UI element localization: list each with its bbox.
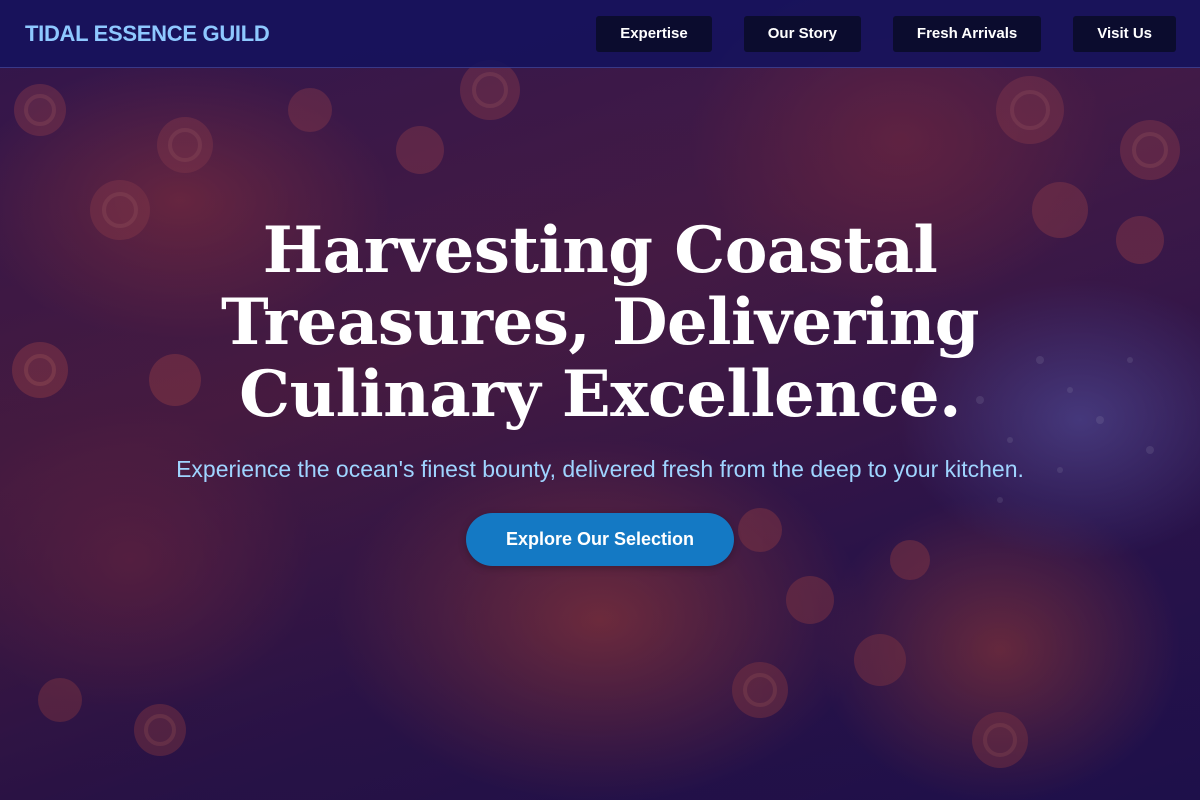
- nav-link-fresh-arrivals[interactable]: Fresh Arrivals: [892, 15, 1042, 52]
- explore-selection-button[interactable]: Explore Our Selection: [466, 513, 734, 566]
- nav-link-visit-us[interactable]: Visit Us: [1073, 15, 1176, 52]
- top-navigation-bar: TIDAL ESSENCE GUILD Expertise Our Story …: [0, 0, 1200, 68]
- nav-links: Expertise Our Story Fresh Arrivals Visit…: [596, 15, 1176, 52]
- nav-link-expertise[interactable]: Expertise: [596, 15, 712, 52]
- landing-page: TIDAL ESSENCE GUILD Expertise Our Story …: [0, 0, 1200, 800]
- hero-section: Harvesting Coastal Treasures, Delivering…: [0, 215, 1200, 566]
- hero-subtitle: Experience the ocean's finest bounty, de…: [176, 456, 1024, 482]
- brand-logo-text[interactable]: TIDAL ESSENCE GUILD: [25, 21, 270, 47]
- hero-headline: Harvesting Coastal Treasures, Delivering…: [220, 213, 980, 432]
- nav-link-our-story[interactable]: Our Story: [743, 15, 861, 52]
